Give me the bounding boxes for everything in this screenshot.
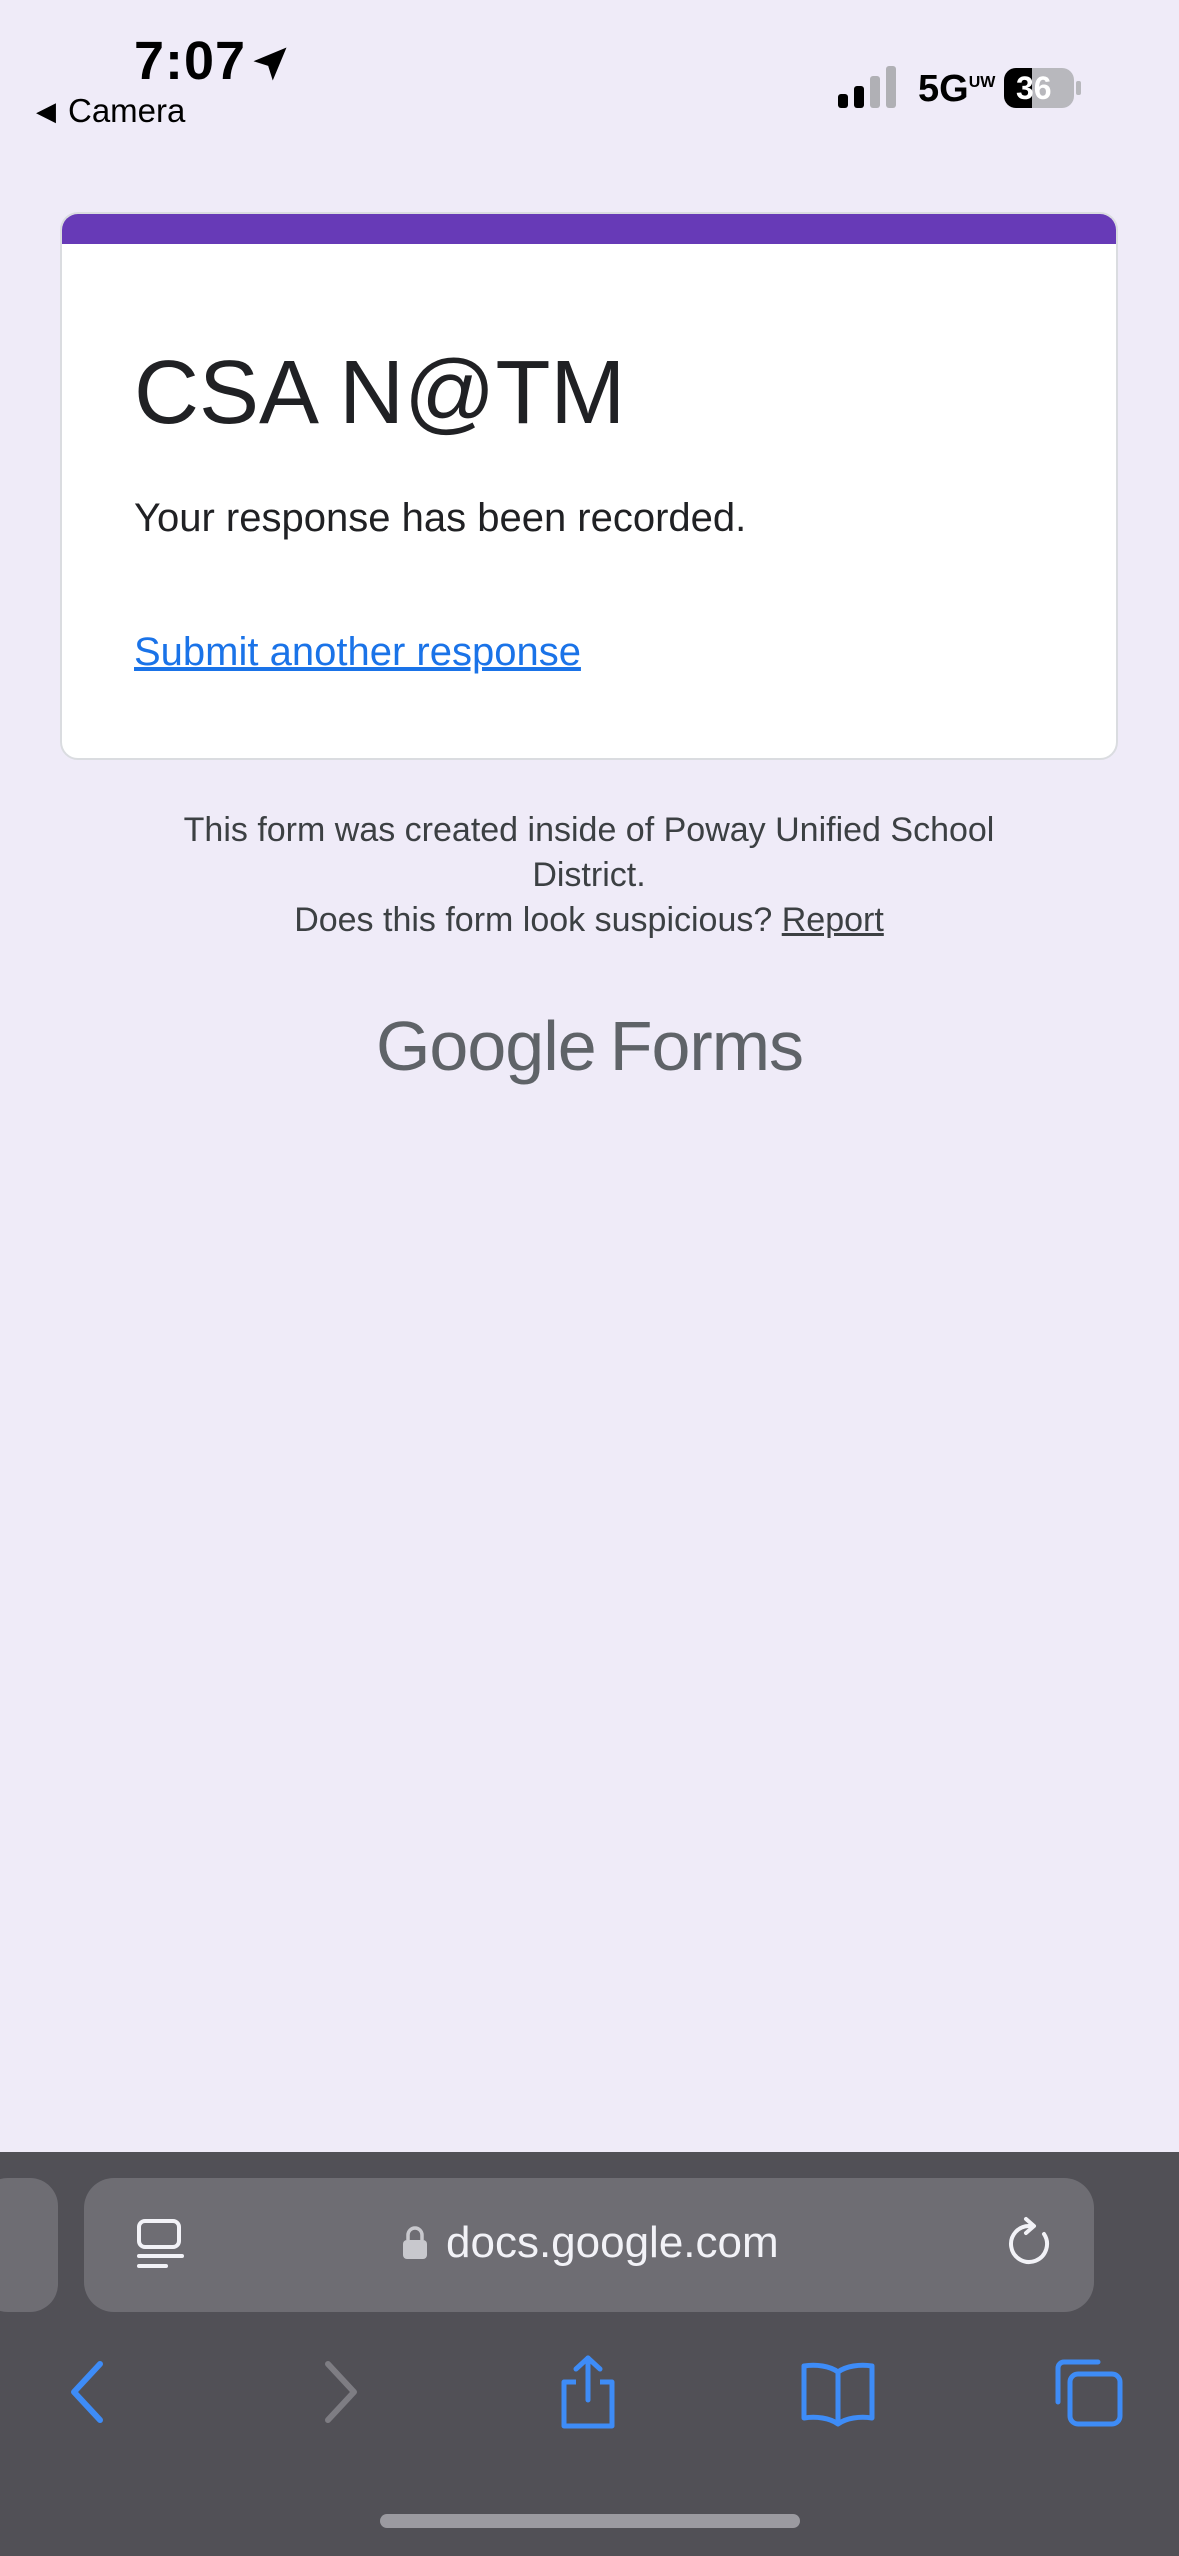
forms-wordmark: Forms <box>609 1007 804 1085</box>
reader-icon[interactable] <box>136 2218 186 2272</box>
network-suffix: UW <box>968 74 996 91</box>
status-time: 7:07 <box>134 31 247 91</box>
location-arrow-icon <box>253 47 287 81</box>
footer-suspicious-text: Does this form look suspicious? <box>294 901 773 939</box>
back-to-app[interactable]: ◀ Camera <box>36 92 185 130</box>
submit-another-response-link[interactable]: Submit another response <box>134 630 581 675</box>
network-indicator: 5GUW <box>918 68 995 111</box>
card-accent-bar <box>62 214 1116 244</box>
battery-icon: 36 <box>1004 68 1082 108</box>
address-bar[interactable]: docs.google.com <box>84 2178 1094 2312</box>
google-forms-logo: Google Forms <box>0 1006 1179 1086</box>
previous-tab-peek[interactable] <box>0 2178 58 2312</box>
lock-icon <box>403 2226 427 2259</box>
footer-suspicious-line: Does this form look suspicious? Report <box>60 898 1118 943</box>
confirmation-message: Your response has been recorded. <box>134 496 747 540</box>
network-type: 5G <box>918 68 969 110</box>
forward-icon[interactable] <box>302 2354 378 2430</box>
form-confirmation-card: CSA N@TM Your response has been recorded… <box>60 212 1118 760</box>
url-text: docs.google.com <box>446 2218 779 2267</box>
form-footer: This form was created inside of Poway Un… <box>60 808 1118 943</box>
google-wordmark: Google <box>375 1007 597 1085</box>
footer-created-text: This form was created inside of Poway Un… <box>183 811 995 894</box>
tabs-icon[interactable] <box>1050 2354 1126 2430</box>
form-title: CSA N@TM <box>134 343 626 443</box>
share-icon[interactable] <box>550 2354 626 2430</box>
back-triangle-icon: ◀ <box>36 96 56 126</box>
reload-icon[interactable] <box>1002 2216 1058 2272</box>
home-indicator[interactable] <box>380 2514 800 2528</box>
cellular-signal-icon <box>838 66 896 108</box>
bookmarks-icon[interactable] <box>800 2354 876 2430</box>
battery-level: 36 <box>1016 70 1052 106</box>
back-app-label: Camera <box>68 92 186 129</box>
report-link[interactable]: Report <box>782 901 884 939</box>
status-bar: 7:07 ◀ Camera 5GUW 36 <box>0 0 1179 140</box>
browser-toolbar: docs.google.com <box>0 2152 1179 2556</box>
back-icon[interactable] <box>50 2354 126 2430</box>
